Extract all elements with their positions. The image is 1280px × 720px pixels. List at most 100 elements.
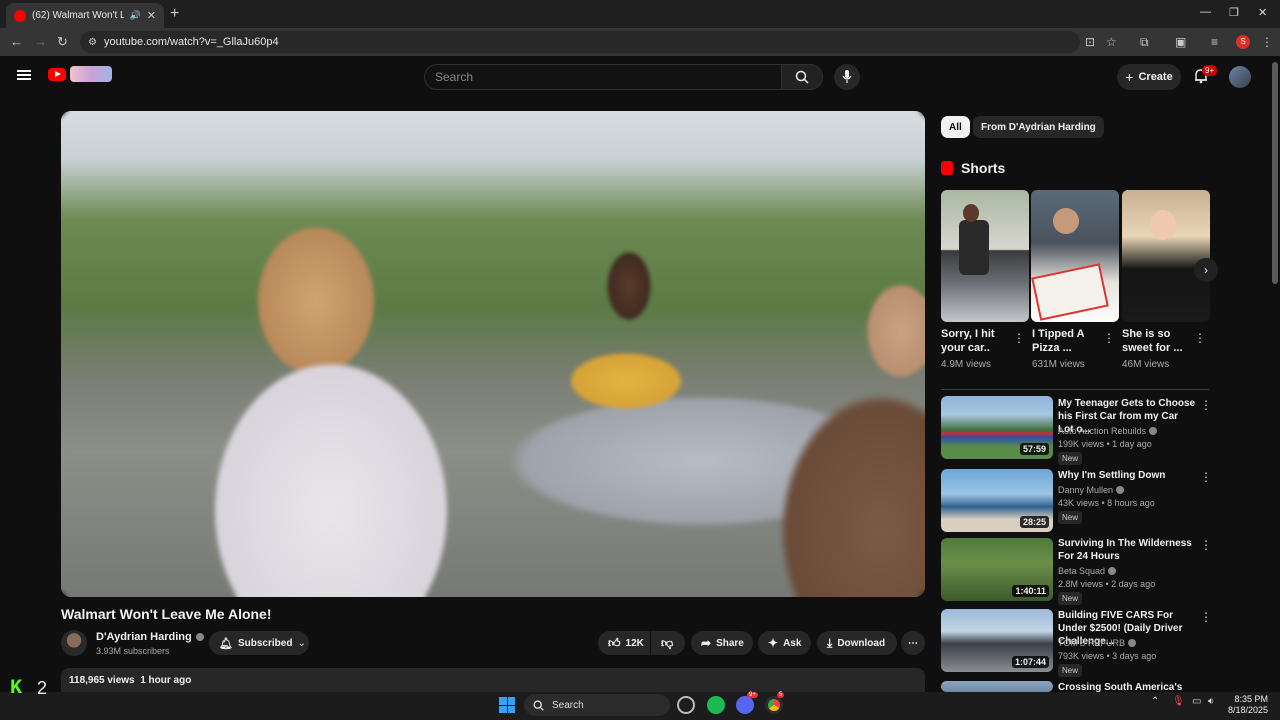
video-title[interactable]: Surviving In The Wilderness For 24 Hours <box>1058 537 1196 563</box>
new-tab-button[interactable]: + <box>170 5 179 23</box>
network-icon[interactable]: ▭ <box>1192 696 1201 707</box>
tray-chevron-icon[interactable]: ⌃ <box>1151 696 1159 707</box>
channel-name-row[interactable]: D'Aydrian Harding <box>96 631 204 643</box>
create-label: Create <box>1138 71 1173 83</box>
video-menu-icon[interactable]: ⋮ <box>1200 470 1212 484</box>
speaker-icon[interactable]: 🔊 <box>130 10 141 21</box>
address-toolbar: ← → ↻ ⚙ youtube.com/watch?v=_GllaJu60p4 … <box>0 28 1280 56</box>
volume-icon[interactable]: 🔉︎ <box>1208 696 1214 707</box>
channel-avatar[interactable] <box>61 630 87 656</box>
browser-tab[interactable]: (62) Walmart Won't Leave Me Alone! 🔊 ✕ <box>6 3 164 28</box>
shorts-next-button[interactable]: › <box>1194 258 1218 282</box>
video-menu-icon[interactable]: ⋮ <box>1200 398 1212 412</box>
bookmark-star-icon[interactable]: ☆ <box>1106 35 1117 49</box>
video-channel[interactable]: Auto Auction Rebuilds <box>1058 426 1146 436</box>
tab-close-icon[interactable]: ✕ <box>147 9 156 22</box>
account-avatar[interactable] <box>1229 66 1251 88</box>
copilot-icon[interactable] <box>677 696 695 714</box>
description-box[interactable]: 118,965 views 1 hour ago <box>61 668 925 692</box>
youtube-masthead: Search + Create 9+ <box>0 56 1270 96</box>
spotify-icon[interactable] <box>707 696 725 714</box>
video-menu-icon[interactable]: ⋮ <box>1200 538 1212 552</box>
video-title[interactable]: Why I'm Settling Down <box>1058 469 1196 482</box>
site-info-icon[interactable]: ⚙ <box>88 37 97 48</box>
video-title[interactable]: Crossing South America's <box>1058 681 1196 692</box>
short-title[interactable]: Sorry, I hit your car.. <box>941 327 1011 355</box>
reload-icon[interactable]: ↻ <box>57 34 68 50</box>
extensions-icon[interactable]: ⧉ <box>1140 35 1149 50</box>
subscribed-button[interactable]: 🔔︎ Subscribed ⌄ <box>209 631 309 655</box>
video-channel[interactable]: Beta Squad <box>1058 566 1105 576</box>
page-scrollbar-thumb[interactable] <box>1272 62 1278 284</box>
video-channel-row[interactable]: TOM'S REFURB <box>1058 638 1137 648</box>
video-thumbnail[interactable]: 57:59 <box>941 396 1053 459</box>
share-button[interactable]: ➦ Share <box>691 631 753 655</box>
short-title[interactable]: I Tipped A Pizza ... <box>1032 327 1102 355</box>
short-menu-icon[interactable]: ⋮ <box>1103 331 1115 345</box>
shorts-heading-label: Shorts <box>961 160 1006 176</box>
restore-icon[interactable]: ❐ <box>1229 6 1239 19</box>
microphone-tray-icon[interactable]: 🎙︎ <box>1172 696 1185 707</box>
channel-name[interactable]: D'Aydrian Harding <box>96 631 192 643</box>
video-thumbnail[interactable]: 28:25 <box>941 469 1053 532</box>
short-thumbnail[interactable] <box>941 190 1029 322</box>
taskbar-search-label: Search <box>552 699 584 711</box>
video-meta: 43K views • 8 hours ago <box>1058 498 1155 508</box>
side-panel-icon[interactable]: ▣ <box>1175 35 1186 49</box>
url-bar[interactable]: ⚙ youtube.com/watch?v=_GllaJu60p4 <box>80 31 1080 53</box>
new-badge: New <box>1058 664 1083 677</box>
more-actions-button[interactable]: ⋯ <box>901 631 925 655</box>
video-menu-icon[interactable]: ⋮ <box>1200 610 1212 624</box>
video-channel-row[interactable]: Danny Mullen <box>1058 485 1125 495</box>
short-thumbnail[interactable] <box>1031 190 1119 322</box>
forward-icon[interactable]: → <box>34 34 47 49</box>
short-thumbnail[interactable] <box>1122 190 1210 322</box>
short-menu-icon[interactable]: ⋮ <box>1194 331 1206 345</box>
short-title[interactable]: She is so sweet for ... <box>1122 327 1192 355</box>
discord-icon[interactable] <box>736 696 754 714</box>
video-meta: 2.8M views • 2 days ago <box>1058 579 1156 589</box>
subscribed-label: Subscribed <box>237 637 293 649</box>
chrome-taskbar-icon[interactable] <box>765 696 783 714</box>
search-button[interactable] <box>781 64 823 90</box>
install-app-icon[interactable]: ⊡ <box>1085 35 1095 49</box>
thumbs-down-icon: 👎︎ <box>661 635 674 650</box>
video-channel-row[interactable]: Auto Auction Rebuilds <box>1058 426 1158 436</box>
download-button[interactable]: ⤓ Download <box>817 631 897 655</box>
chip-from-channel[interactable]: From D'Aydrian Harding <box>973 116 1104 138</box>
menu-icon[interactable] <box>17 70 31 80</box>
media-control-icon[interactable]: ≡ <box>1211 35 1218 49</box>
back-icon[interactable]: ← <box>10 34 23 49</box>
like-button[interactable]: 👍︎ 12K <box>598 631 650 655</box>
windows-start-icon[interactable] <box>499 697 515 713</box>
dislike-button[interactable]: 👎︎ <box>651 631 685 655</box>
browser-tab-bar: (62) Walmart Won't Leave Me Alone! 🔊 ✕ +… <box>0 0 1280 28</box>
system-clock[interactable]: 8:35 PM 8/18/2025 <box>1228 694 1268 716</box>
video-duration: 28:25 <box>1019 516 1049 528</box>
video-channel-row[interactable]: Beta Squad <box>1058 566 1117 576</box>
section-divider <box>941 389 1209 390</box>
video-thumbnail[interactable]: 1:07:44 <box>941 609 1053 672</box>
browser-profile-avatar[interactable]: S <box>1236 35 1250 49</box>
chip-all[interactable]: All <box>941 116 970 138</box>
sparkle-icon: ✦ <box>768 636 779 650</box>
youtube-logo-icon[interactable] <box>48 68 66 81</box>
video-thumbnail[interactable] <box>941 681 1053 692</box>
ask-button[interactable]: ✦ Ask <box>758 631 811 655</box>
short-menu-icon[interactable]: ⋮ <box>1013 331 1025 345</box>
taskbar-search[interactable]: Search <box>524 694 670 716</box>
video-channel[interactable]: TOM'S REFURB <box>1058 638 1125 648</box>
chrome-menu-icon[interactable]: ⋮ <box>1261 35 1273 49</box>
create-button[interactable]: + Create <box>1117 64 1181 90</box>
minimize-icon[interactable]: — <box>1200 6 1211 18</box>
video-channel[interactable]: Danny Mullen <box>1058 485 1113 495</box>
video-thumbnail[interactable]: 1:40:11 <box>941 538 1053 601</box>
video-player[interactable] <box>61 111 925 597</box>
youtube-doodle[interactable] <box>70 66 112 82</box>
tab-title: (62) Walmart Won't Leave Me Alone! <box>32 10 124 21</box>
window-close-icon[interactable]: ✕ <box>1258 6 1267 19</box>
video-duration: 57:59 <box>1019 443 1049 455</box>
search-input[interactable]: Search <box>424 64 782 90</box>
verified-icon <box>1116 486 1125 494</box>
voice-search-button[interactable] <box>834 64 860 90</box>
